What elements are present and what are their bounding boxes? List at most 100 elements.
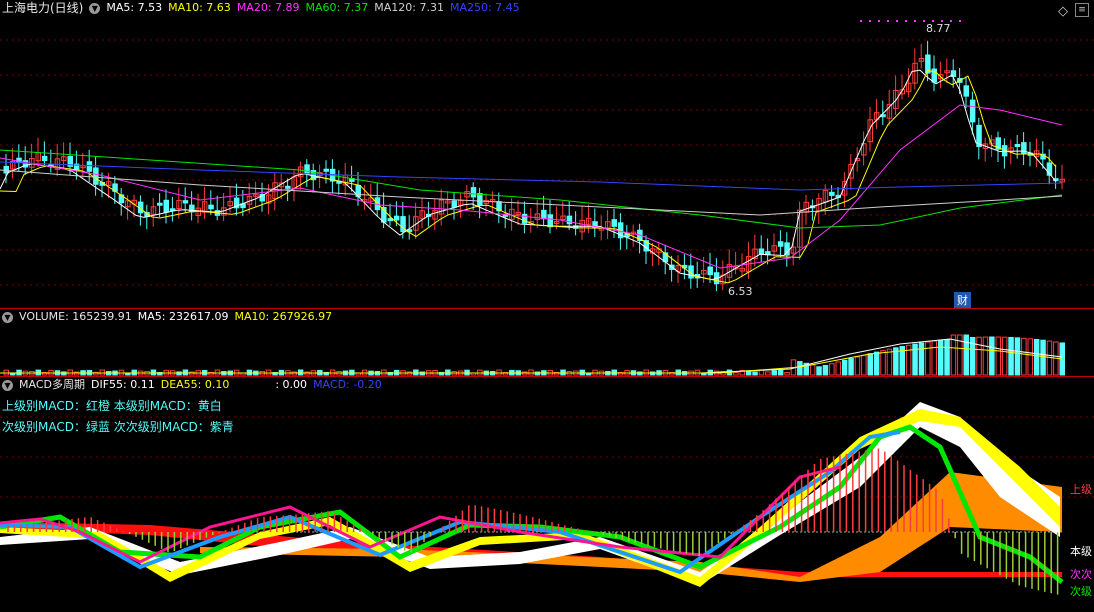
volume-bar [765, 371, 771, 376]
macd-pane[interactable]: ▼ MACD多周期 DIF55: 0.11 DEA55: 0.10 : 0.00… [0, 376, 1094, 612]
ma120-readout: MA120: 7.31 [374, 1, 444, 14]
finance-badge[interactable]: 财 [954, 292, 971, 308]
candle-body [963, 85, 969, 97]
dea-readout: DEA55: 0.10 [160, 378, 230, 391]
candle-body [451, 200, 457, 208]
volume-bar [829, 363, 835, 376]
macd-legend-line1: 上级别MACD：红橙 本级别MACD：黄白 [2, 399, 222, 413]
volume-bar [880, 350, 886, 376]
signal-dot [923, 20, 925, 22]
volume-bar [752, 371, 758, 376]
volume-pane[interactable]: ▼ VOLUME: 165239.91 MA5: 232617.09 MA10:… [0, 308, 1094, 377]
tag-sub-level: 次级 [1070, 585, 1092, 598]
candle-body [86, 161, 93, 172]
candle-body [182, 200, 189, 204]
collapse-icon[interactable]: ▼ [2, 379, 13, 391]
volume-bar [989, 336, 995, 376]
zero-readout: : 0.00 [275, 378, 308, 391]
candle-body [157, 202, 163, 206]
macd-legend-line2: 次级别MACD：绿蓝 次次级别MACD：紫青 [2, 420, 234, 434]
volume-bar [918, 342, 925, 376]
volume-bar [1021, 337, 1027, 376]
macd-title: MACD多周期 [19, 378, 85, 391]
ma250-readout: MA250: 7.45 [449, 1, 520, 14]
volume-bar [1040, 339, 1046, 376]
signal-dot [905, 20, 907, 22]
dropdown-icon[interactable]: ▼ [89, 2, 101, 14]
volume-bar [419, 371, 425, 376]
candle-body [3, 165, 9, 174]
ma5-readout: MA5: 7.53 [106, 1, 163, 14]
signal-dot [869, 20, 871, 22]
volume-bar [797, 361, 803, 376]
volume-bar [822, 364, 829, 376]
signal-dot [896, 20, 898, 22]
volume-value: VOLUME: 165239.91 [19, 310, 132, 323]
volume-bar [854, 356, 861, 376]
collapse-icon[interactable]: ▼ [2, 311, 13, 323]
diamond-icon[interactable]: ◇ [1058, 4, 1068, 19]
volume-bar [534, 371, 541, 376]
volume-bar [976, 336, 982, 376]
ma250-line [0, 161, 1063, 191]
tag-upper-level: 上级 [1070, 483, 1092, 496]
signal-dot [887, 20, 889, 22]
candle-body [208, 204, 214, 210]
volume-bar [189, 371, 195, 376]
volume-ma10: MA10: 267926.97 [234, 310, 333, 323]
volume-bar [931, 340, 937, 376]
volume-bar [1001, 336, 1008, 376]
candle-body [611, 219, 617, 227]
candle-body [758, 248, 765, 255]
candle-body [163, 199, 169, 213]
stock-title: 上海电力(日线) [2, 1, 84, 15]
candle-body [777, 241, 784, 247]
ma10-readout: MA10: 7.63 [168, 1, 231, 14]
volume-bar [867, 353, 873, 376]
volume-bar [304, 371, 310, 376]
macd-header: ▼ MACD多周期 DIF55: 0.11 DEA55: 0.10 : 0.00… [0, 377, 382, 393]
candle-body [41, 155, 48, 162]
candle-body [521, 213, 528, 224]
candle-body [93, 167, 99, 185]
candle-body [707, 266, 713, 276]
low-price-label: 6.53 [728, 285, 753, 298]
volume-bar [809, 364, 816, 376]
tag-subsub-level: 次次 [1070, 568, 1092, 581]
volume-bar [886, 348, 893, 376]
candle-body [304, 164, 310, 175]
volume-bar [912, 343, 918, 376]
volume-bar [771, 370, 777, 376]
candle-body [541, 209, 547, 220]
candle-body [829, 191, 835, 196]
volume-bar [835, 361, 841, 376]
ma20-readout: MA20: 7.89 [236, 1, 300, 14]
candle-body [470, 187, 477, 198]
ma60-readout: MA60: 7.37 [305, 1, 369, 14]
volume-bar [861, 354, 867, 376]
candle-body [1014, 143, 1021, 147]
candle-body [566, 215, 573, 225]
price-header: 上海电力(日线) ▼ MA5: 7.53 MA10: 7.63 MA20: 7.… [0, 0, 520, 16]
volume-bar [944, 338, 950, 376]
volume-bar [937, 339, 944, 376]
volume-bar [73, 371, 80, 376]
volume-bar [950, 334, 957, 376]
signal-dot [959, 20, 961, 22]
signal-dot [860, 20, 862, 22]
high-price-label: 8.77 [926, 22, 951, 35]
volume-ma5: MA5: 232617.09 [137, 310, 229, 323]
price-pane[interactable]: 上海电力(日线) ▼ MA5: 7.53 MA10: 7.63 MA20: 7.… [0, 0, 1094, 308]
volume-bar [816, 366, 822, 376]
candle-body [547, 214, 553, 228]
volume-bar [777, 369, 784, 376]
menu-icon[interactable]: ≡ [1075, 3, 1089, 17]
candle-body [323, 168, 329, 172]
volume-bar [982, 336, 989, 376]
volume-bar [1014, 337, 1021, 376]
price-chart [0, 20, 1094, 292]
volume-bar [925, 341, 931, 376]
volume-bar [1033, 338, 1040, 376]
volume-bar [784, 371, 790, 376]
tag-this-level: 本级 [1070, 545, 1092, 558]
